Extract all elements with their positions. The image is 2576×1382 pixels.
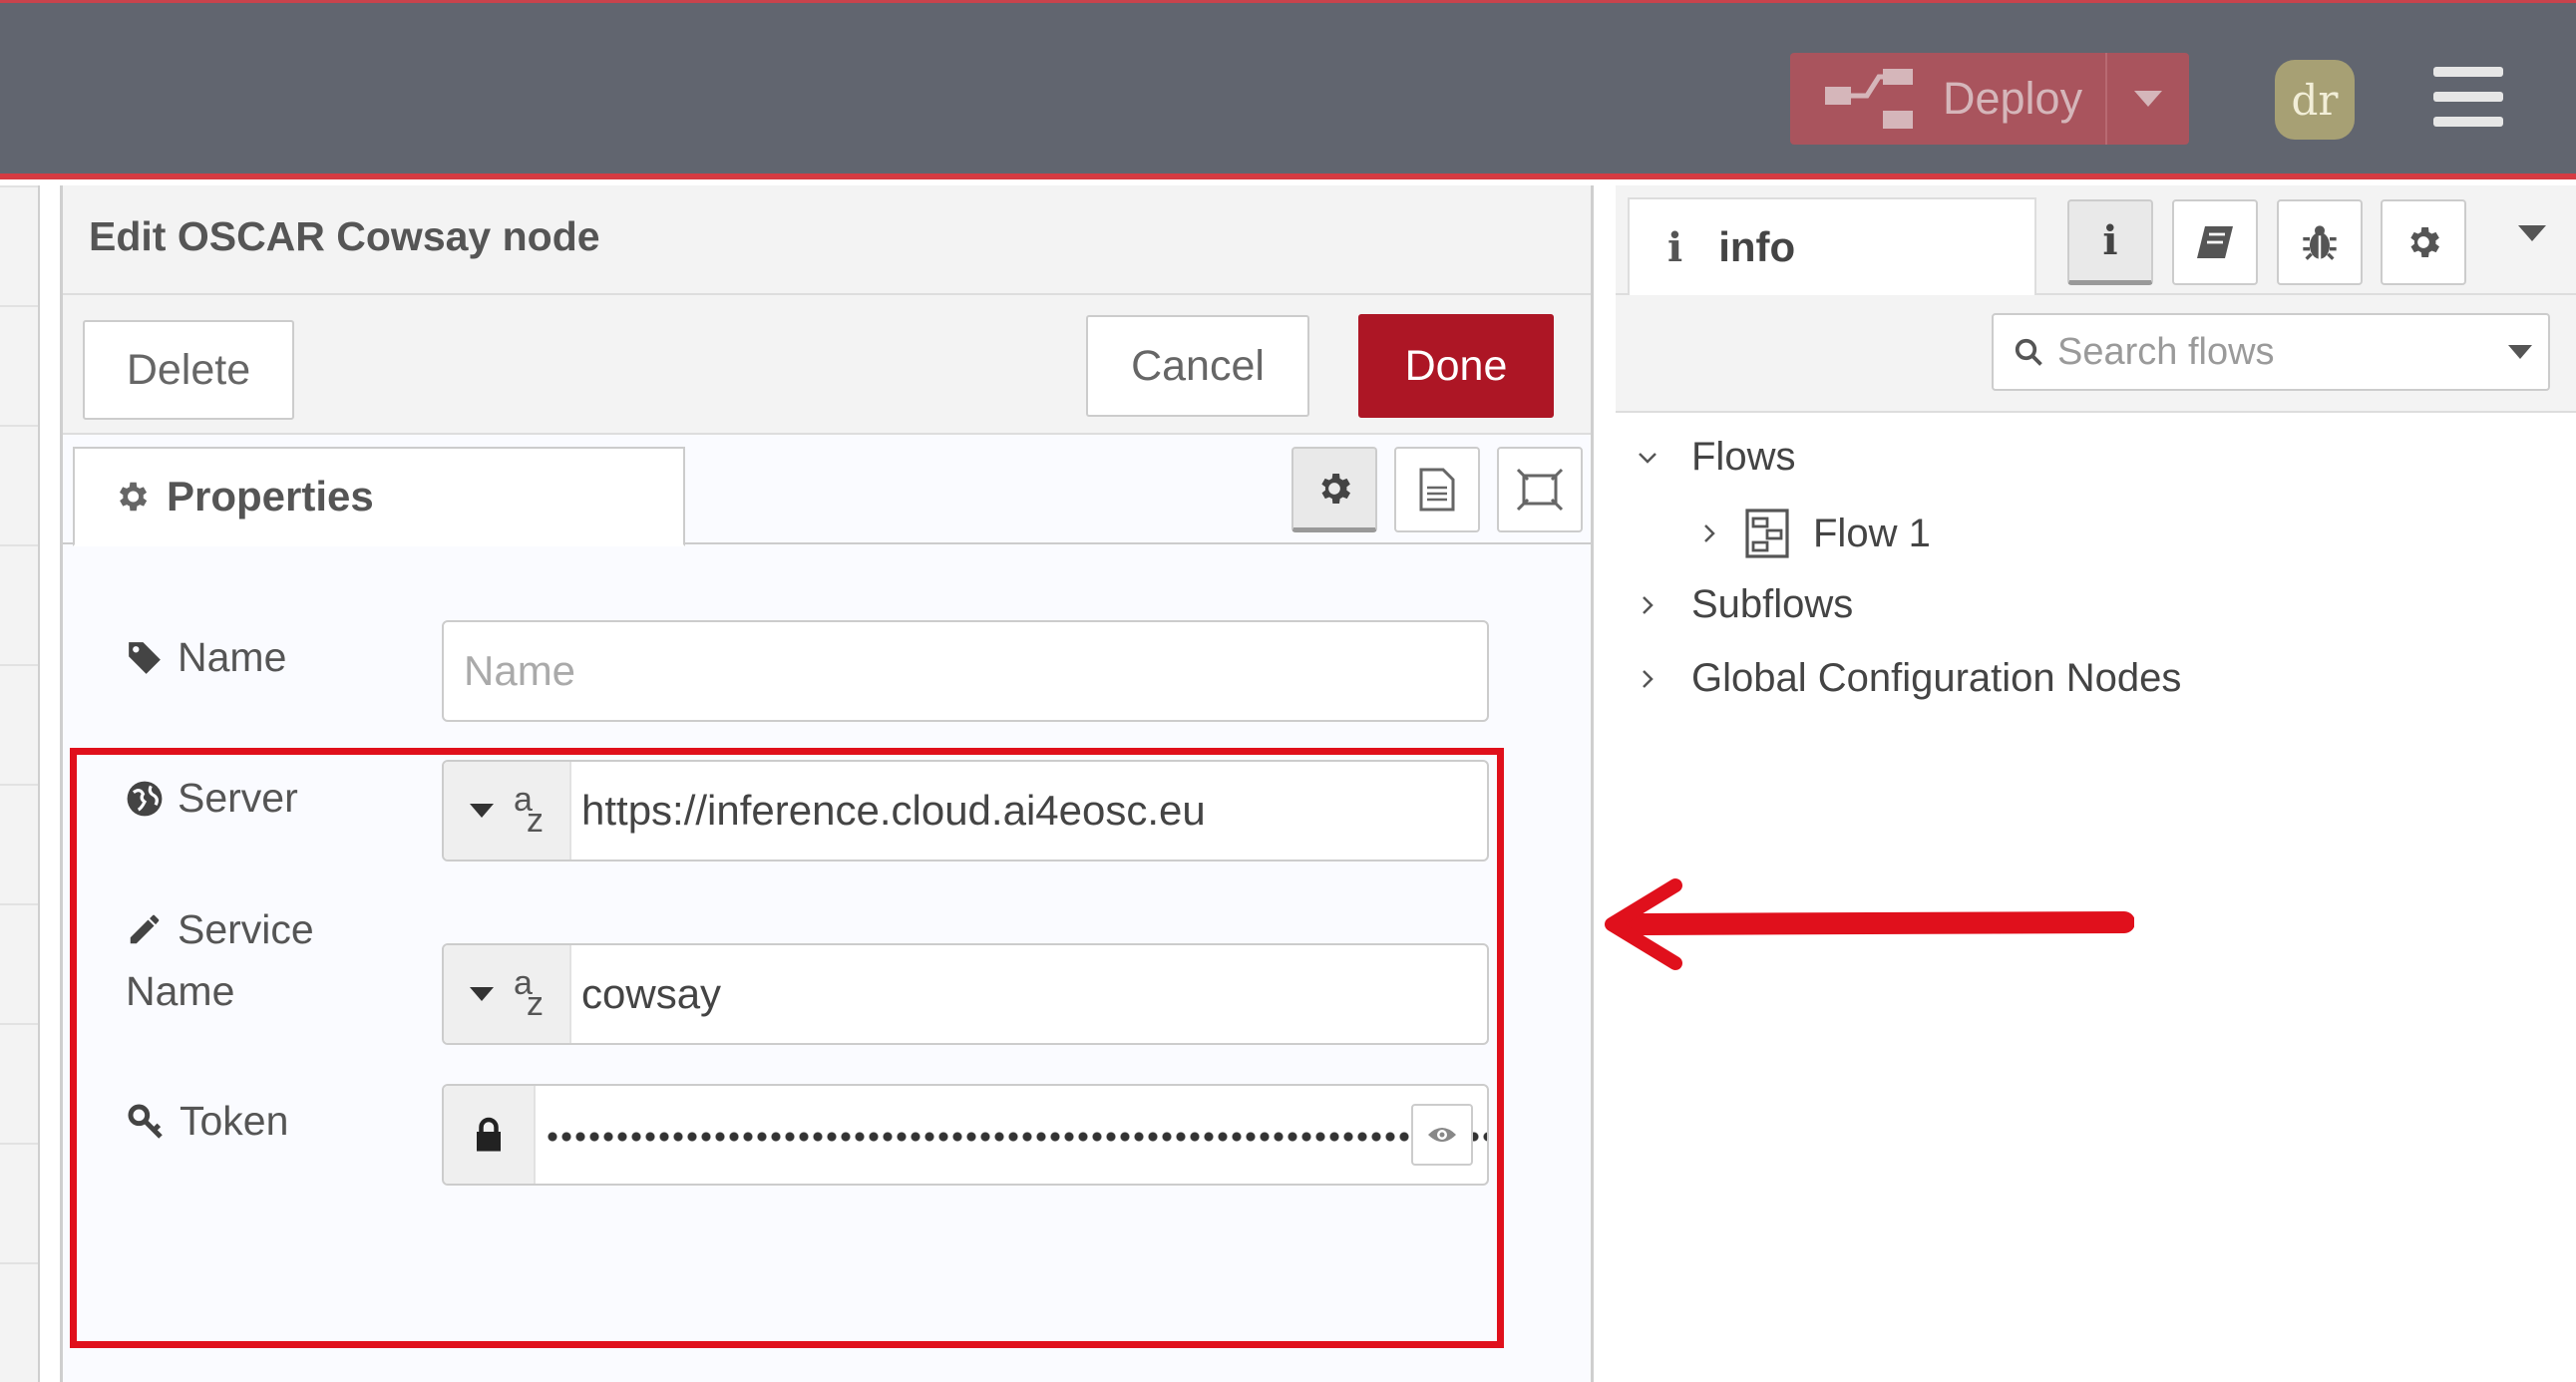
gear-icon — [2410, 227, 2439, 257]
help-tab-button[interactable] — [2172, 199, 2258, 285]
deploy-icon — [1825, 69, 1913, 129]
app-header: Deploy dr — [0, 0, 2576, 179]
search-flows-input[interactable]: Search flows — [1992, 313, 2550, 391]
info-icon: i — [1667, 223, 1683, 271]
cancel-button[interactable]: Cancel — [1086, 315, 1309, 417]
tab-properties-label: Properties — [167, 473, 374, 519]
sidebar-more-button[interactable] — [2518, 225, 2546, 246]
user-avatar[interactable]: dr — [2275, 60, 2355, 140]
tray-title: Edit OSCAR Cowsay node — [63, 185, 1591, 295]
tab-properties[interactable]: Properties — [73, 447, 685, 546]
chevron-down-icon[interactable] — [2508, 345, 2532, 359]
tree-item-flow1[interactable]: Flow 1 — [1699, 509, 1931, 558]
search-icon — [2015, 338, 2042, 366]
debug-tab-button[interactable] — [2277, 199, 2363, 285]
flow-icon — [1745, 509, 1789, 558]
tab-appearance[interactable] — [1497, 447, 1583, 532]
red-arrow-annotation — [1605, 878, 2134, 970]
avatar-initials: dr — [2291, 75, 2339, 125]
tab-info[interactable]: i info — [1628, 197, 2036, 297]
tree-label-flows: Flows — [1691, 435, 1796, 479]
info-tab-button[interactable]: i — [2067, 199, 2153, 285]
chevron-right-icon — [1704, 524, 1715, 542]
name-field[interactable]: Name — [442, 620, 1489, 722]
sidebar: i info i Search flows Flows Flow 1 Subfl… — [1616, 185, 2576, 1382]
tab-info-label: info — [1718, 223, 1796, 270]
chevron-right-icon — [1643, 595, 1654, 614]
name-label-row: Name — [126, 634, 286, 681]
sidebar-search-row: Search flows — [1616, 295, 2576, 413]
name-placeholder: Name — [464, 647, 576, 694]
tab-description[interactable] — [1394, 447, 1480, 532]
chevron-down-icon — [1639, 452, 1656, 464]
tab-settings[interactable] — [1291, 447, 1377, 532]
tree-item-subflows[interactable]: Subflows — [1638, 582, 1853, 627]
tray-toolbar: Delete Cancel Done — [63, 295, 1591, 435]
tree-label-subflows: Subflows — [1691, 582, 1854, 626]
deploy-button[interactable]: Deploy — [1790, 53, 2189, 145]
tray-tabs: Properties — [63, 435, 1591, 546]
tree-label-flow1: Flow 1 — [1813, 511, 1931, 555]
gear-icon — [1321, 473, 1350, 504]
gear-icon — [119, 482, 148, 512]
tag-icon — [129, 641, 161, 674]
tree-item-global-config[interactable]: Global Configuration Nodes — [1638, 656, 2181, 701]
chevron-down-icon — [2518, 225, 2546, 241]
hamburger-menu-icon[interactable] — [2433, 67, 2503, 127]
expand-icon — [1516, 468, 1564, 512]
info-icon: i — [2102, 217, 2118, 264]
search-placeholder: Search flows — [2057, 330, 2275, 373]
book-icon — [2197, 226, 2233, 258]
document-icon — [1419, 468, 1455, 512]
delete-button[interactable]: Delete — [83, 320, 294, 420]
workspace-canvas[interactable] — [0, 185, 40, 1382]
tree-item-flows[interactable]: Flows — [1638, 435, 1795, 480]
deploy-menu-button[interactable] — [2105, 53, 2189, 145]
bug-icon — [2303, 225, 2337, 260]
deploy-label: Deploy — [1943, 73, 2083, 124]
done-button[interactable]: Done — [1358, 314, 1554, 418]
highlight-box-annotation — [70, 748, 1504, 1348]
chevron-right-icon — [1643, 669, 1654, 688]
chevron-down-icon — [2134, 91, 2162, 107]
name-label: Name — [178, 634, 287, 680]
config-tab-button[interactable] — [2381, 199, 2466, 285]
tree-label-global-config: Global Configuration Nodes — [1691, 656, 2182, 700]
sidebar-tabs: i info i — [1616, 185, 2576, 297]
